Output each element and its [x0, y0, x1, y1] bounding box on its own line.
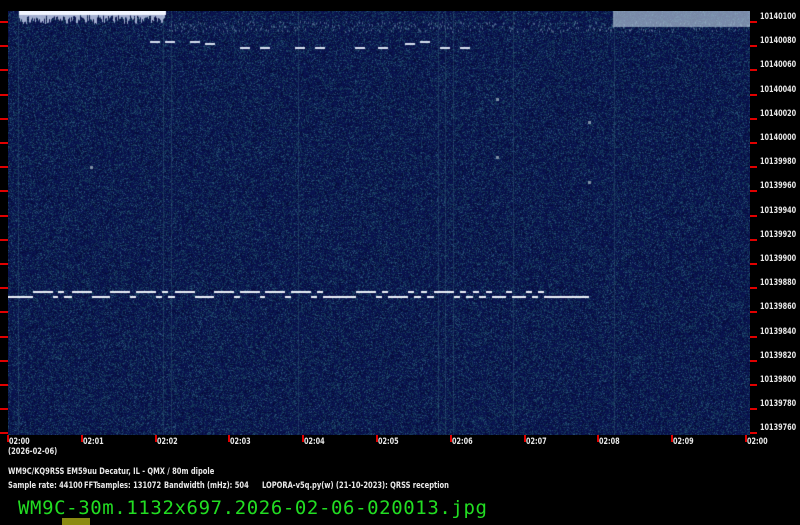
freq-tick — [750, 45, 757, 47]
time-label: 02:08 — [599, 437, 620, 447]
freq-label: 10139780 — [760, 399, 796, 409]
freq-label: 10139820 — [760, 351, 796, 361]
freq-label: 10139860 — [760, 302, 796, 312]
freq-tick-left — [0, 94, 8, 96]
freq-tick — [750, 384, 757, 386]
waterfall-spectrogram — [8, 11, 750, 435]
freq-tick — [750, 166, 757, 168]
time-label: 02:00 — [9, 437, 30, 447]
freq-tick-left — [0, 336, 8, 338]
date-label: (2026-02-06) — [8, 447, 57, 457]
sample-rate: Sample rate: 44100 — [8, 481, 83, 491]
freq-tick-left — [0, 360, 8, 362]
freq-label: 10139760 — [760, 423, 796, 433]
time-label: 02:00 — [747, 437, 768, 447]
freq-tick — [750, 21, 757, 23]
time-label: 02:02 — [157, 437, 178, 447]
freq-tick — [750, 142, 757, 144]
freq-label: 10139940 — [760, 206, 796, 216]
time-label: 02:03 — [230, 437, 251, 447]
freq-tick — [750, 118, 757, 120]
freq-tick-left — [0, 311, 8, 313]
time-label: 02:05 — [378, 437, 399, 447]
time-label: 02:06 — [452, 437, 473, 447]
time-label: 02:01 — [83, 437, 104, 447]
freq-tick-left — [0, 263, 8, 265]
freq-tick — [750, 69, 757, 71]
freq-tick — [750, 311, 757, 313]
freq-label: 10139960 — [760, 181, 796, 191]
freq-tick-left — [0, 239, 8, 241]
freq-tick — [750, 263, 757, 265]
freq-tick — [750, 360, 757, 362]
time-label: 02:09 — [673, 437, 694, 447]
freq-tick-left — [0, 287, 8, 289]
freq-tick — [750, 94, 757, 96]
freq-label: 10139800 — [760, 375, 796, 385]
freq-tick — [750, 432, 757, 434]
freq-tick-left — [0, 142, 8, 144]
freq-tick — [750, 215, 757, 217]
freq-label: 10140000 — [760, 133, 796, 143]
freq-tick-left — [0, 190, 8, 192]
freq-tick — [750, 239, 757, 241]
freq-tick-left — [0, 384, 8, 386]
freq-tick — [750, 336, 757, 338]
freq-label: 10140100 — [760, 12, 796, 22]
freq-label: 10140060 — [760, 60, 796, 70]
freq-label: 10140020 — [760, 109, 796, 119]
freq-tick-left — [0, 69, 8, 71]
fft-samples: FFTsamples: 131072 — [84, 481, 161, 491]
freq-label: 10139840 — [760, 327, 796, 337]
freq-tick — [750, 190, 757, 192]
time-label: 02:07 — [526, 437, 547, 447]
time-label: 02:04 — [304, 437, 325, 447]
freq-label: 10139920 — [760, 230, 796, 240]
bandwidth: Bandwidth (mHz): 504 — [164, 481, 249, 491]
freq-label: 10139980 — [760, 157, 796, 167]
freq-label: 10140040 — [760, 85, 796, 95]
freq-tick-left — [0, 166, 8, 168]
freq-tick — [750, 408, 757, 410]
software-info: LOPORA-v5q.py(w) (21-10-2023): QRSS rece… — [262, 481, 449, 491]
freq-tick-left — [0, 21, 8, 23]
filename-caption: WM9C-30m.1132x697.2026-02-06-020013.jpg — [18, 497, 488, 519]
freq-label: 10140080 — [760, 36, 796, 46]
station-info: WM9C/KQ9RSS EM59uu Decatur, IL - QMX / 8… — [8, 467, 214, 477]
freq-tick-left — [0, 408, 8, 410]
freq-label: 10139880 — [760, 278, 796, 288]
freq-tick-left — [0, 45, 8, 47]
freq-tick-left — [0, 118, 8, 120]
freq-tick-left — [0, 215, 8, 217]
progress-marker — [62, 518, 90, 525]
freq-tick — [750, 287, 757, 289]
freq-label: 10139900 — [760, 254, 796, 264]
